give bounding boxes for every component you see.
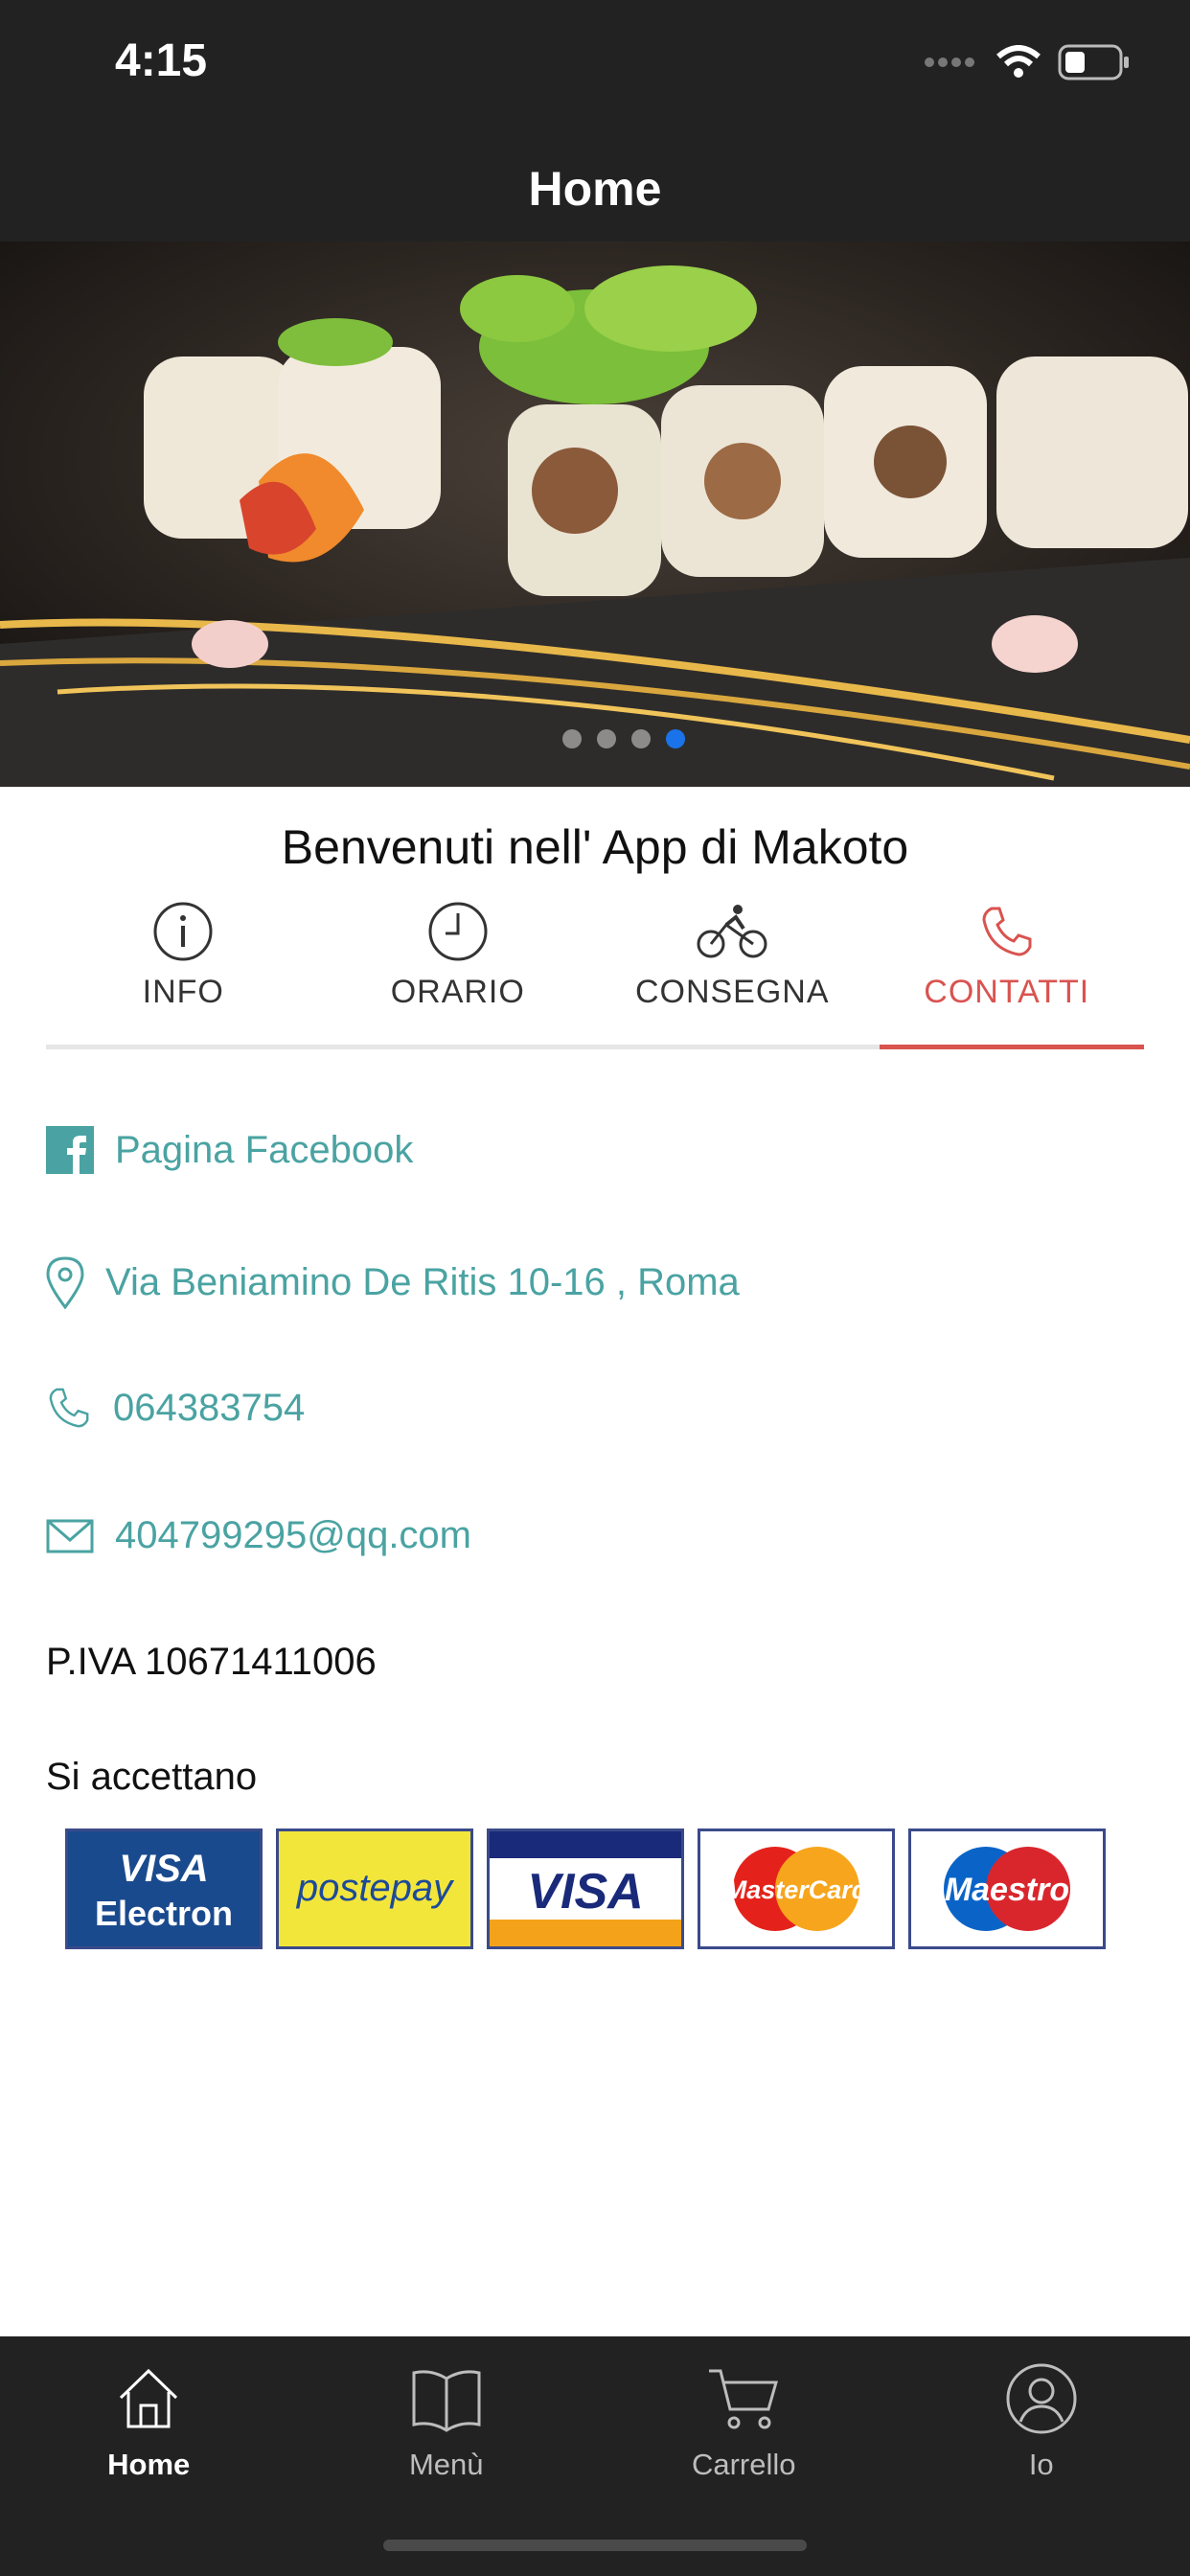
sushi-photo [0, 242, 1190, 787]
status-time: 4:15 [115, 35, 208, 86]
email-link[interactable]: 404799295@qq.com [46, 1514, 471, 1557]
phone-icon [982, 907, 1032, 956]
tabbar-label: Menù [408, 2448, 484, 2481]
mail-icon [46, 1519, 94, 1552]
welcome-text: Benvenuti nell' App di Makoto [281, 820, 909, 874]
battery-icon [1058, 44, 1129, 80]
address-link[interactable]: Via Beniamino De Ritis 10-16 , Roma [46, 1255, 740, 1309]
tab-orario[interactable]: ORARIO [321, 891, 596, 1045]
tabbar-label: Io [1028, 2448, 1054, 2481]
tab-consegna[interactable]: CONSEGNA [595, 891, 870, 1045]
visa-electron-logo: VISA Electron [68, 1831, 260, 1946]
maestro-logo: Maestro [911, 1831, 1103, 1946]
info-icon [153, 902, 213, 961]
wifi-icon [996, 45, 1041, 78]
tabbar-label: Carrello [691, 2448, 796, 2481]
payment-cards: VISA Electron postepay VISA MasterCard M… [65, 1828, 1106, 1949]
location-pin-icon [46, 1256, 84, 1309]
card-visa: VISA [487, 1828, 684, 1949]
svg-text:VISA: VISA [527, 1864, 643, 1920]
carousel-dots[interactable] [29, 729, 1190, 748]
svg-text:VISA: VISA [119, 1848, 208, 1890]
card-visa-electron: VISA Electron [65, 1828, 263, 1949]
facebook-label: Pagina Facebook [115, 1128, 414, 1171]
tab-label: INFO [142, 974, 224, 1010]
info-tabs: INFO ORARIO CONSEGNA CONTATTI [46, 891, 1144, 1049]
payments-title: Si accettano [46, 1756, 258, 1798]
user-icon [1006, 2363, 1077, 2434]
card-maestro: Maestro [908, 1828, 1106, 1949]
postepay-logo: postepay [279, 1831, 470, 1946]
svg-text:Electron: Electron [95, 1894, 233, 1933]
tabbar-profile[interactable]: Io [893, 2336, 1190, 2576]
vat-number: P.IVA 10671411006 [46, 1641, 377, 1683]
tabbar-home[interactable]: Home [0, 2336, 298, 2576]
address-label: Via Beniamino De Ritis 10-16 , Roma [105, 1260, 740, 1303]
carousel-dot[interactable] [562, 729, 582, 748]
home-icon [120, 2368, 178, 2428]
phone-label: 064383754 [113, 1386, 306, 1429]
svg-text:postepay: postepay [296, 1867, 455, 1909]
signal-icon [925, 58, 974, 67]
phone-link[interactable]: 064383754 [46, 1385, 305, 1431]
home-indicator[interactable] [383, 2540, 807, 2551]
hero-carousel[interactable] [0, 242, 1190, 787]
tab-label: CONSEGNA [634, 974, 830, 1010]
tab-label: CONTATTI [924, 974, 1090, 1010]
status-icons [924, 44, 1131, 80]
card-postepay: postepay [276, 1828, 473, 1949]
visa-logo: VISA [490, 1831, 681, 1946]
status-bar: 4:15 [0, 0, 1190, 126]
carousel-dot[interactable] [597, 729, 616, 748]
navigation-bar: Home [0, 126, 1190, 242]
carousel-dot[interactable] [631, 729, 651, 748]
card-mastercard: MasterCard [698, 1828, 895, 1949]
svg-text:Maestro: Maestro [945, 1872, 1069, 1908]
clock-icon [428, 902, 488, 961]
carousel-dot-active[interactable] [666, 729, 685, 748]
tab-label: ORARIO [390, 974, 525, 1010]
cart-icon [709, 2369, 779, 2429]
facebook-icon [46, 1126, 94, 1174]
email-label: 404799295@qq.com [115, 1514, 471, 1556]
tabbar-label: Home [107, 2448, 191, 2481]
facebook-link[interactable]: Pagina Facebook [46, 1126, 413, 1174]
book-icon [412, 2370, 481, 2432]
mastercard-logo: MasterCard [700, 1831, 892, 1946]
page-title: Home [528, 162, 662, 216]
svg-text:MasterCard: MasterCard [725, 1875, 868, 1904]
bicycle-icon [697, 905, 767, 958]
phone-icon [49, 1388, 89, 1428]
tab-info[interactable]: INFO [46, 891, 321, 1045]
tab-contatti[interactable]: CONTATTI [870, 891, 1145, 1049]
